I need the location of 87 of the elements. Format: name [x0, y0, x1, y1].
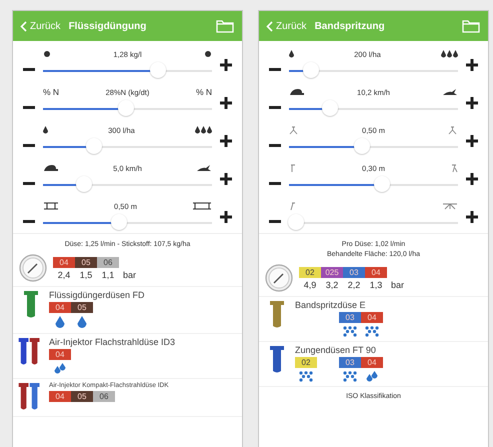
max-label: % N	[196, 87, 212, 97]
spacing-icon	[43, 202, 59, 210]
chevron-left-icon	[266, 20, 273, 32]
nozzle-name: Bandspritzdüse E	[295, 300, 367, 310]
nozzle-size-tag: 04	[365, 266, 387, 278]
slider[interactable]	[289, 214, 458, 231]
turtle-icon	[289, 88, 305, 96]
min-label: % N	[43, 87, 60, 97]
drop-icon	[55, 316, 65, 329]
drops-icon	[194, 126, 212, 134]
drop-icon	[77, 316, 87, 329]
back-button[interactable]: Zurück	[20, 20, 61, 32]
pressure-value: 2,2	[346, 280, 362, 290]
slider[interactable]	[43, 176, 212, 193]
drops-icon	[299, 371, 313, 382]
nozzle-size-tag: 04	[49, 391, 71, 402]
slider[interactable]	[289, 138, 458, 155]
nozzle-name: Flüssigdüngerdüsen FD	[49, 290, 145, 300]
nozzle-height-icon	[289, 126, 299, 134]
hare-icon	[196, 164, 212, 172]
hare-icon	[442, 88, 458, 96]
plus-icon[interactable]	[220, 135, 232, 147]
nozzle-size-tag: 04	[49, 349, 71, 360]
nozzle-size-tag: 06	[93, 391, 115, 402]
pressure-value: 1,1	[100, 270, 116, 280]
plus-icon[interactable]	[220, 211, 232, 223]
pressure-unit: bar	[391, 280, 404, 290]
drop-icon	[43, 126, 48, 134]
nozzle-size-tag: 05	[71, 302, 93, 313]
slider[interactable]	[289, 62, 458, 79]
pressure-gauge-icon	[265, 264, 293, 292]
plus-icon[interactable]	[220, 97, 232, 109]
drops-icon	[366, 371, 378, 382]
nozzle-name: Zungendüsen FT 90	[295, 345, 377, 355]
plus-icon[interactable]	[466, 135, 478, 147]
drops-icon	[343, 371, 357, 382]
plus-icon[interactable]	[466, 97, 478, 109]
back-button[interactable]: Zurück	[266, 20, 307, 32]
angle-icon	[289, 202, 297, 210]
pressure-gauge-icon	[19, 254, 47, 282]
plus-icon[interactable]	[466, 211, 478, 223]
dot-icon	[43, 50, 51, 58]
nozzle-size-tag: 03	[339, 312, 361, 323]
nozzle-size-tag: 04	[361, 357, 383, 368]
pressure-unit: bar	[123, 270, 136, 280]
drops-icon	[365, 326, 379, 337]
slider[interactable]	[43, 62, 212, 79]
nozzle-size-tag: 04	[53, 256, 75, 268]
nozzle-size-tag: 04	[361, 312, 383, 323]
nozzle-size-tag: 05	[71, 391, 93, 402]
nozzle-size-tag: 06	[97, 256, 119, 268]
nozzle-size-tag: 02	[295, 357, 317, 368]
nozzle-height-icon	[448, 126, 458, 134]
pressure-value: 1,3	[368, 280, 384, 290]
slider[interactable]	[43, 214, 212, 231]
turtle-icon	[43, 164, 59, 172]
band-icon	[450, 164, 458, 172]
screen-title: Bandspritzung	[314, 20, 386, 32]
spacing-icon	[192, 202, 212, 210]
band-icon	[289, 164, 297, 172]
drop-icon	[289, 50, 294, 58]
drops-icon	[54, 363, 66, 374]
slider[interactable]	[289, 176, 458, 193]
plus-icon[interactable]	[466, 173, 478, 185]
dot-icon	[204, 50, 212, 58]
nozzle-name: Air-Injektor Flachstrahldüse ID3	[49, 337, 176, 347]
plus-icon[interactable]	[466, 59, 478, 71]
nozzle-size-tag: 04	[49, 302, 71, 313]
screen-title: Flüssigdüngung	[68, 20, 148, 32]
slider[interactable]	[43, 138, 212, 155]
plus-icon[interactable]	[220, 173, 232, 185]
nozzle-size-tag: 03	[343, 266, 365, 278]
slider[interactable]	[289, 100, 458, 117]
drops-icon	[343, 326, 357, 337]
nozzle-size-tag: 025	[321, 266, 343, 278]
pressure-value: 1,5	[78, 270, 94, 280]
nozzle-size-tag: 03	[339, 357, 361, 368]
chevron-left-icon	[20, 20, 27, 32]
pressure-value: 2,4	[56, 270, 72, 280]
slider[interactable]	[43, 100, 212, 117]
drops-icon	[440, 50, 458, 58]
nozzle-size-tag: 05	[75, 256, 97, 268]
spray-angle-icon	[442, 202, 458, 210]
plus-icon[interactable]	[220, 59, 232, 71]
pressure-value: 4,9	[302, 280, 318, 290]
pressure-value: 3,2	[324, 280, 340, 290]
nozzle-size-tag: 02	[299, 266, 321, 278]
